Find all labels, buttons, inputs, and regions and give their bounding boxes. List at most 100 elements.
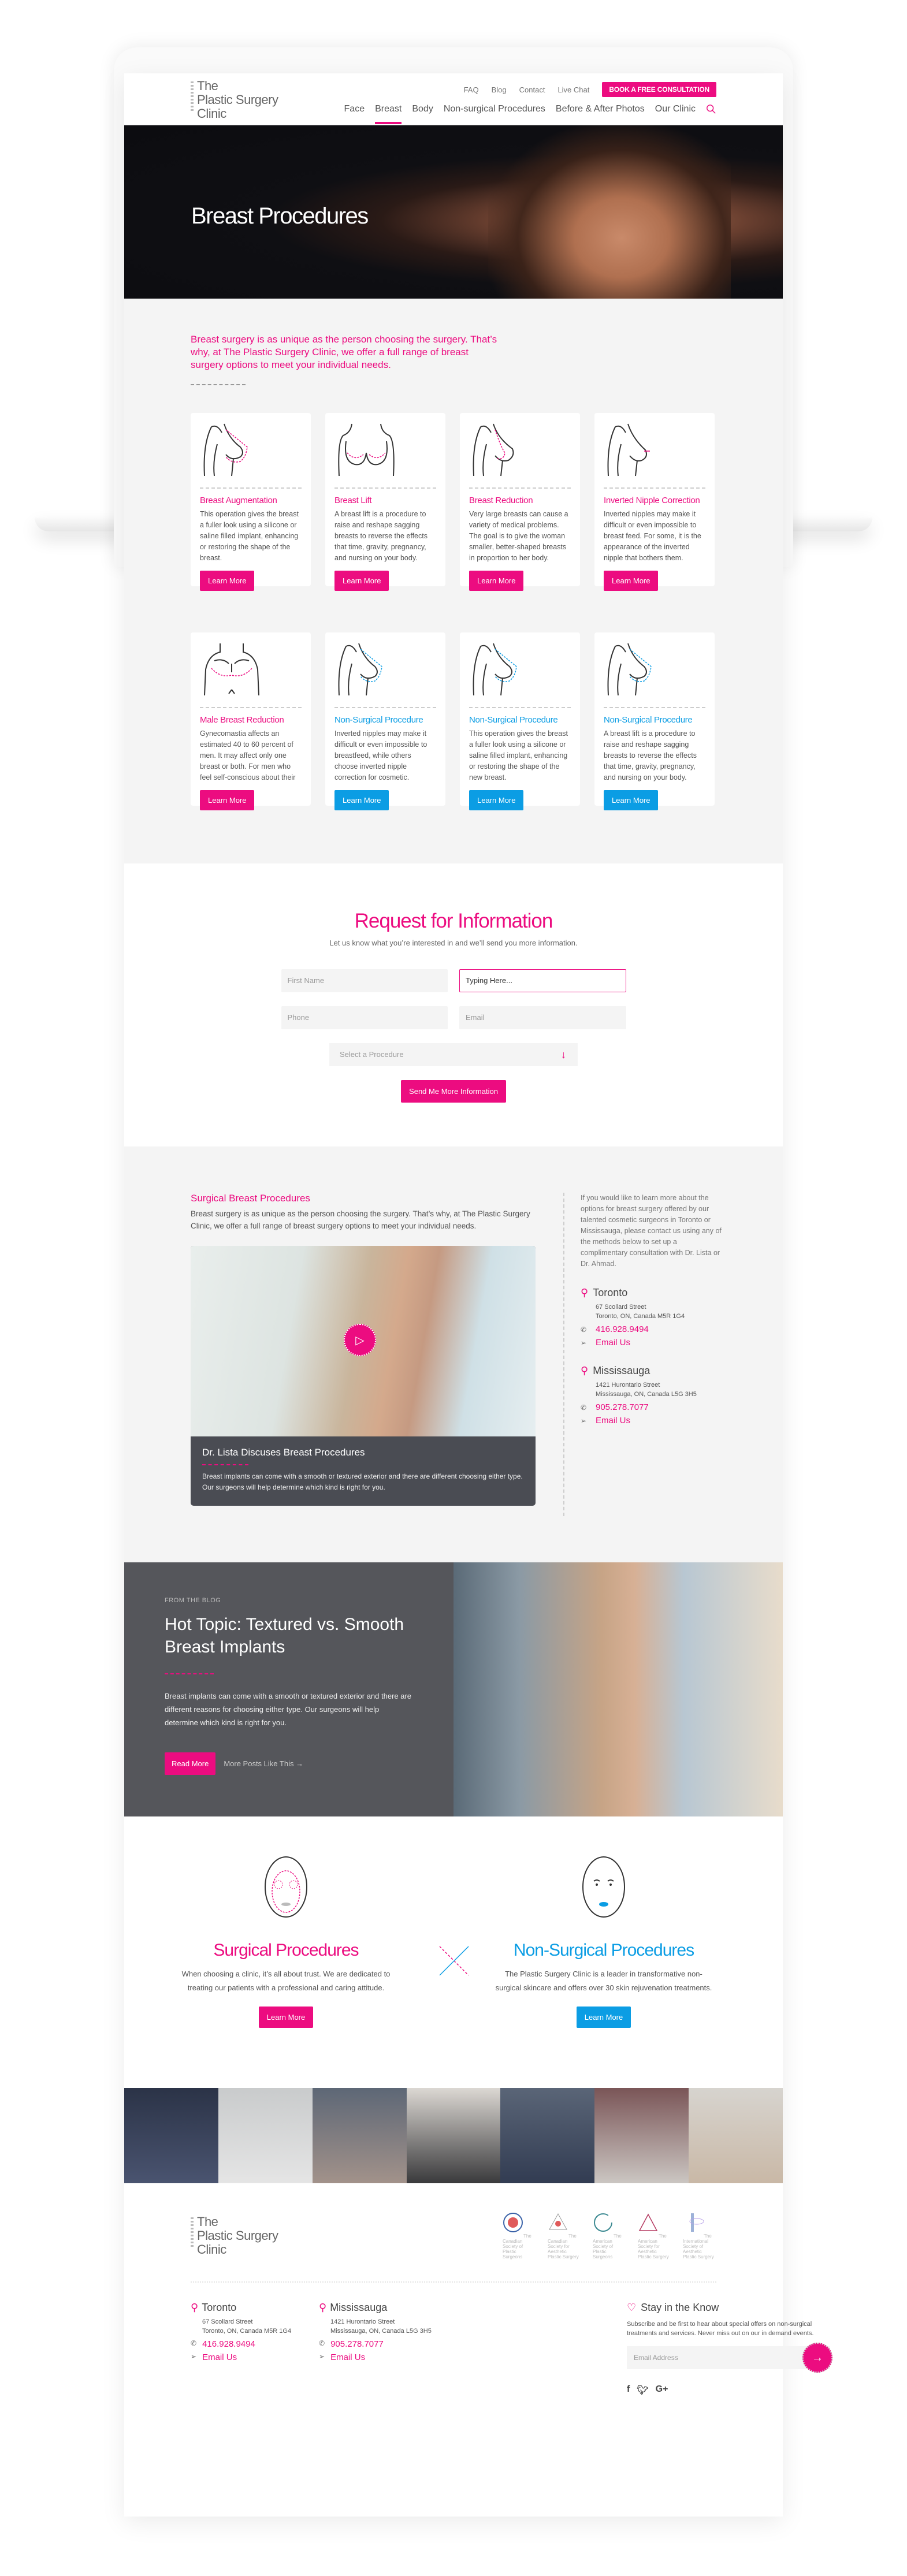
gallery-photo [312,2088,407,2183]
intro-text: Breast surgery is as unique as the perso… [191,334,497,370]
learn-more-button[interactable]: Learn More [469,571,524,591]
video-thumbnail[interactable]: ▷ [191,1246,536,1436]
request-info-form: Request for Information Let us know what… [124,863,783,1146]
send-icon: ➢ [581,1416,587,1425]
phone-link[interactable]: 905.278.7077 [330,2339,384,2349]
phone-link[interactable]: 416.928.9494 [202,2339,255,2349]
newsletter: ♡ Stay in the Know Subscribe and be first… [627,2302,832,2396]
card-text: This operation gives the breast a fuller… [200,510,299,562]
procedure-select[interactable]: Select a Procedure ↓ [329,1043,578,1066]
play-icon[interactable]: ▷ [344,1324,376,1356]
facebook-icon[interactable]: f [627,2384,630,2396]
nav-face[interactable]: Face [344,104,365,114]
email-link[interactable]: Email Us [202,2352,237,2362]
search-icon[interactable] [706,104,716,114]
send-info-button[interactable]: Send Me More Information [401,1080,506,1103]
card-title[interactable]: Male Breast Reduction [200,715,302,725]
learn-more-button[interactable]: Learn More [469,790,524,810]
site-logo[interactable]: The Plastic Surgery Clinic [191,79,278,121]
subscribe-arrow-button[interactable]: → [802,2343,832,2373]
email-link[interactable]: Email Us [596,1338,630,1347]
video-card: ▷ Dr. Lista Discuses Breast Procedures B… [191,1246,536,1506]
twitter-icon[interactable]: 🐦︎ [637,2384,648,2396]
logo-line: Plastic Surgery [197,92,278,107]
read-more-button[interactable]: Read More [165,1752,216,1775]
newsletter-email-input[interactable]: Email Address → [627,2343,832,2373]
intro-section: Breast surgery is as unique as the perso… [124,299,783,403]
phone-link[interactable]: 905.278.7077 [596,1402,649,1412]
nav-body[interactable]: Body [412,104,433,114]
last-name-input[interactable]: Typing Here... [459,969,626,992]
utility-nav: FAQ Blog Contact Live Chat BOOK A FREE C… [464,82,716,97]
non-surgical-breast-icon [473,643,517,696]
association-logo: The Canadian Society of Plastic Surgeons [503,2212,536,2259]
gallery-photo [406,2088,501,2183]
non-surgical-breast-icon [607,643,652,696]
procedure-cards-row: Breast Augmentation This operation gives… [124,403,783,591]
nav-our-clinic[interactable]: Our Clinic [655,104,696,114]
more-posts-link[interactable]: More Posts Like This → [224,1759,303,1768]
blog-text: Breast implants can come with a smooth o… [165,1692,412,1727]
newsletter-title: Stay in the Know [641,2302,719,2313]
card-title[interactable]: Non-Surgical Procedure [604,715,705,725]
nav-breast[interactable]: Breast [375,104,402,124]
card-title[interactable]: Breast Reduction [469,496,571,505]
hero-banner: Breast Procedures [124,125,783,299]
nav-before-after[interactable]: Before & After Photos [556,104,645,114]
nav-contact[interactable]: Contact [519,85,545,94]
phone-icon: ✆ [581,1325,587,1334]
card-title[interactable]: Breast Augmentation [200,496,302,505]
non-surgical-learn-more-button[interactable]: Learn More [576,2007,631,2028]
procedure-card: Breast Reduction Very large breasts can … [460,413,580,591]
card-text: Inverted nipples may make it difficult o… [334,729,428,781]
card-title[interactable]: Non-Surgical Procedure [334,715,436,725]
learn-more-button[interactable]: Learn More [200,790,255,810]
nav-blog[interactable]: Blog [492,85,507,94]
procedure-select-label: Select a Procedure [340,1050,404,1059]
video-title: Dr. Lista Discuses Breast Procedures [202,1447,365,1458]
email-input[interactable]: Email [459,1006,626,1029]
surgical-learn-more-button[interactable]: Learn More [258,2007,314,2028]
card-title[interactable]: Inverted Nipple Correction [604,496,705,505]
nav-faq[interactable]: FAQ [464,85,479,94]
card-text: A breast lift is a procedure to raise an… [604,729,697,781]
procedure-card: Inverted Nipple Correction Inverted nipp… [594,413,715,591]
divider [200,487,302,489]
learn-more-button[interactable]: Learn More [604,571,659,591]
divider [334,707,436,708]
map-pin-icon: ⚲ [319,2302,327,2313]
nav-live-chat[interactable]: Live Chat [557,85,589,94]
surgical-section: Surgical Breast Procedures Breast surger… [124,1146,783,1562]
card-title[interactable]: Non-Surgical Procedure [469,715,571,725]
learn-more-button[interactable]: Learn More [334,571,389,591]
phone-link[interactable]: 416.928.9494 [596,1324,649,1334]
nav-non-surgical[interactable]: Non-surgical Procedures [444,104,545,114]
book-consultation-button[interactable]: BOOK A FREE CONSULTATION [602,82,716,97]
video-text: Breast implants can come with a smooth o… [202,1472,523,1491]
card-title[interactable]: Breast Lift [334,496,436,505]
divider [202,1464,248,1465]
site-footer: The Plastic Surgery Clinic The Canadian … [124,2183,832,2437]
breast-lift-icon [338,423,395,477]
non-surgical-breast-icon [338,643,382,696]
location-region: Toronto, ON, Canada M5R 1G4 [596,1313,685,1320]
divider [604,487,705,489]
location-city: Mississauga [593,1365,650,1376]
footer-location-mississauga: ⚲ Mississauga 1421 Hurontario Street Missi… [319,2302,432,2362]
learn-more-button[interactable]: Learn More [334,790,389,810]
learn-more-button[interactable]: Learn More [200,571,255,591]
send-icon: ➢ [191,2352,197,2361]
footer-logo[interactable]: The Plastic Surgery Clinic [191,2215,278,2257]
site-header: The Plastic Surgery Clinic FAQ Blog Cont… [124,73,783,125]
first-name-input[interactable]: First Name [281,969,448,992]
learn-more-button[interactable]: Learn More [604,790,659,810]
location-mississauga: ⚲ Mississauga 1421 Hurontario Street Missi… [581,1365,725,1425]
google-plus-icon[interactable]: G+ [656,2384,668,2396]
gallery-photo [689,2088,783,2183]
email-link[interactable]: Email Us [330,2352,365,2362]
location-region: Mississauga, ON, Canada L5G 3H5 [596,1391,697,1398]
procedure-card: Non-Surgical Procedure A breast lift is … [594,632,715,810]
face-non-surgical-icon [582,1856,625,1918]
email-link[interactable]: Email Us [596,1416,630,1425]
phone-input[interactable]: Phone [281,1006,448,1029]
